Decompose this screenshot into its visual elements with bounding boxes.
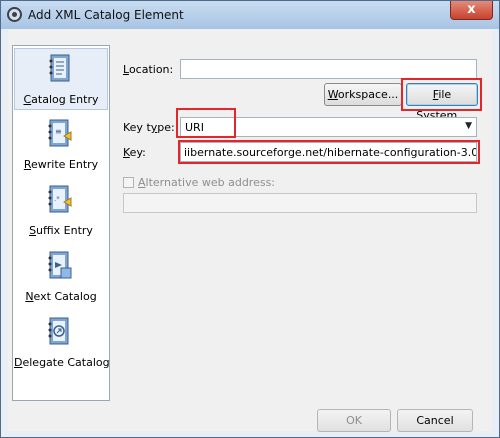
sidebar-item-next-catalog[interactable]: Next Catalog [14, 246, 108, 308]
window-title: Add XML Catalog Element [28, 8, 184, 22]
element-type-list: Catalog Entry ≡ Rewrite Entry .* Suffix … [12, 45, 110, 401]
catalog-entry-icon [49, 54, 70, 82]
location-input[interactable] [180, 59, 477, 79]
rewrite-entry-icon: ≡ [48, 119, 72, 147]
delegate-catalog-icon [48, 317, 69, 345]
svg-text:.*: .* [54, 195, 60, 203]
entry-form-panel: Location: Workspace... File System... Ke… [114, 45, 487, 432]
sidebar-item-catalog-entry[interactable]: Catalog Entry [14, 48, 108, 110]
dialog-window: Add XML Catalog Element x Catalog Entry [0, 0, 500, 438]
title-bar[interactable]: Add XML Catalog Element x [1, 1, 499, 29]
ok-button[interactable]: OK [317, 409, 391, 432]
workspace-button[interactable]: Workspace... [324, 83, 402, 106]
alternative-web-address-checkbox[interactable] [123, 177, 134, 188]
eclipse-app-icon [7, 7, 22, 22]
key-type-label: Key type: [123, 121, 175, 134]
highlight-box-key [178, 140, 480, 164]
sidebar-item-delegate-catalog[interactable]: Delegate Catalog [14, 312, 110, 374]
alternative-web-address-label: Alternative web address: [138, 176, 276, 189]
alternative-web-address-input[interactable] [123, 193, 477, 213]
cancel-button[interactable]: Cancel [397, 409, 473, 432]
close-button[interactable]: x [450, 1, 493, 20]
highlight-box-file-system [401, 78, 482, 111]
svg-text:≡: ≡ [55, 127, 62, 136]
next-catalog-icon [48, 251, 72, 279]
chevron-down-icon: ▼ [465, 121, 472, 131]
dialog-client: Catalog Entry ≡ Rewrite Entry .* Suffix … [8, 29, 492, 432]
highlight-box-key-type [176, 108, 236, 138]
sidebar-item-rewrite-entry[interactable]: ≡ Rewrite Entry [14, 114, 108, 176]
suffix-entry-icon: .* [48, 185, 72, 213]
location-label: Location: [123, 63, 174, 76]
key-label: Key: [123, 146, 146, 159]
sidebar-item-suffix-entry[interactable]: .* Suffix Entry [14, 180, 108, 242]
